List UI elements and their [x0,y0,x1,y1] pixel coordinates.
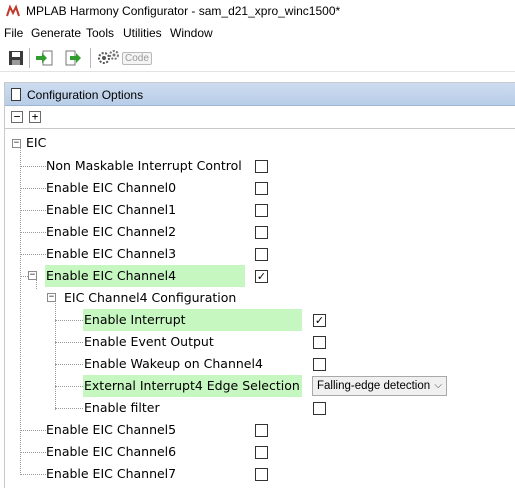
tree-item-edge-selection[interactable]: External Interrupt4 Edge Selection [83,375,302,397]
panel-title: Configuration Options [27,88,144,102]
tree-item-eic-channel5[interactable]: Enable EIC Channel5 [45,419,176,441]
edge-selection-dropdown[interactable]: Falling-edge detection ⌵ [312,376,447,396]
eic-channel2-checkbox[interactable] [255,226,268,239]
tree-connector [55,297,56,410]
tree-connector [20,254,46,255]
tree-connector [55,320,83,321]
menu-tools[interactable]: Tools [86,26,114,40]
edge-selection-value: Falling-edge detection [317,380,431,392]
tree-item-nmi-control[interactable]: Non Maskable Interrupt Control [45,155,242,177]
load-config-button[interactable] [33,47,55,69]
tree-item-enable-interrupt[interactable]: Enable Interrupt [83,309,302,331]
tree-collapse-toggle[interactable]: − [28,271,37,280]
configuration-tree: − EIC Non Maskable Interrupt Control Ena… [5,130,515,488]
toolbar: Code [0,44,515,72]
tree-collapse-toggle[interactable]: − [12,139,21,148]
enable-interrupt-checkbox[interactable]: ✓ [313,314,326,327]
tree-connector [55,408,83,409]
eic-channel1-checkbox[interactable] [255,204,268,217]
toolbar-separator [29,48,30,68]
tree-connector [20,452,46,453]
tree-connector [20,148,21,475]
tree-item-channel4-configuration[interactable]: EIC Channel4 Configuration [63,287,236,309]
menu-bar: File Generate Tools Utilities Window [0,23,515,43]
panel-header: Configuration Options [5,83,515,106]
enable-event-output-checkbox[interactable] [313,336,326,349]
tree-collapse-toggle[interactable]: − [47,293,56,302]
tree-item-eic-channel7[interactable]: Enable EIC Channel7 [45,463,176,485]
window-title: MPLAB Harmony Configurator - sam_d21_xpr… [26,4,341,18]
document-icon [11,88,21,101]
nmi-control-checkbox[interactable] [255,160,268,173]
title-bar: MPLAB Harmony Configurator - sam_d21_xpr… [0,0,515,22]
gears-icon [98,50,119,64]
tree-connector [55,386,83,387]
tree-item-enable-event-output[interactable]: Enable Event Output [83,331,214,353]
tree-item-enable-filter[interactable]: Enable filter [83,397,160,419]
eic-channel7-checkbox[interactable] [255,468,268,481]
tree-item-eic-channel4[interactable]: Enable EIC Channel4 [45,265,245,287]
tree-item-eic-channel6[interactable]: Enable EIC Channel6 [45,441,176,463]
generate-code-button[interactable]: Code [96,47,156,69]
floppy-disk-icon [9,51,23,65]
tree-item-eic-channel3[interactable]: Enable EIC Channel3 [45,243,176,265]
tree-root-eic[interactable]: EIC [25,132,46,154]
mplab-app-icon [6,4,20,17]
code-label: Code [122,52,152,65]
load-arrow-icon [36,50,53,66]
enable-wakeup-checkbox[interactable] [313,358,326,371]
tree-connector [20,474,46,475]
tree-item-eic-channel0[interactable]: Enable EIC Channel0 [45,177,176,199]
chevron-down-icon: ⌵ [434,380,442,391]
tree-connector [55,364,83,365]
save-button[interactable] [5,47,27,69]
menu-utilities[interactable]: Utilities [123,26,162,40]
export-config-button[interactable] [63,47,85,69]
menu-file[interactable]: File [4,26,23,40]
export-arrow-icon [65,50,81,66]
toolbar-separator [90,48,91,68]
panel-tools: − + [5,107,515,129]
enable-filter-checkbox[interactable] [313,402,326,415]
tree-connector [20,188,46,189]
tree-connector [55,342,83,343]
tree-item-eic-channel1[interactable]: Enable EIC Channel1 [45,199,176,221]
tree-item-eic-channel2[interactable]: Enable EIC Channel2 [45,221,176,243]
tree-connector [20,210,46,211]
eic-channel0-checkbox[interactable] [255,182,268,195]
eic-channel5-checkbox[interactable] [255,424,268,437]
menu-generate[interactable]: Generate [31,26,81,40]
tree-connector [20,166,46,167]
eic-channel6-checkbox[interactable] [255,446,268,459]
tree-connector [20,232,46,233]
eic-channel3-checkbox[interactable] [255,248,268,261]
tree-connector [20,276,28,277]
collapse-all-button[interactable]: − [11,111,23,123]
tree-connector [20,430,46,431]
expand-all-button[interactable]: + [29,111,41,123]
menu-window[interactable]: Window [170,26,213,40]
eic-channel4-checkbox[interactable]: ✓ [255,270,268,283]
tree-item-enable-wakeup-channel4[interactable]: Enable Wakeup on Channel4 [83,353,263,375]
configuration-options-panel: Configuration Options − + − EIC Non Mask… [4,82,515,488]
